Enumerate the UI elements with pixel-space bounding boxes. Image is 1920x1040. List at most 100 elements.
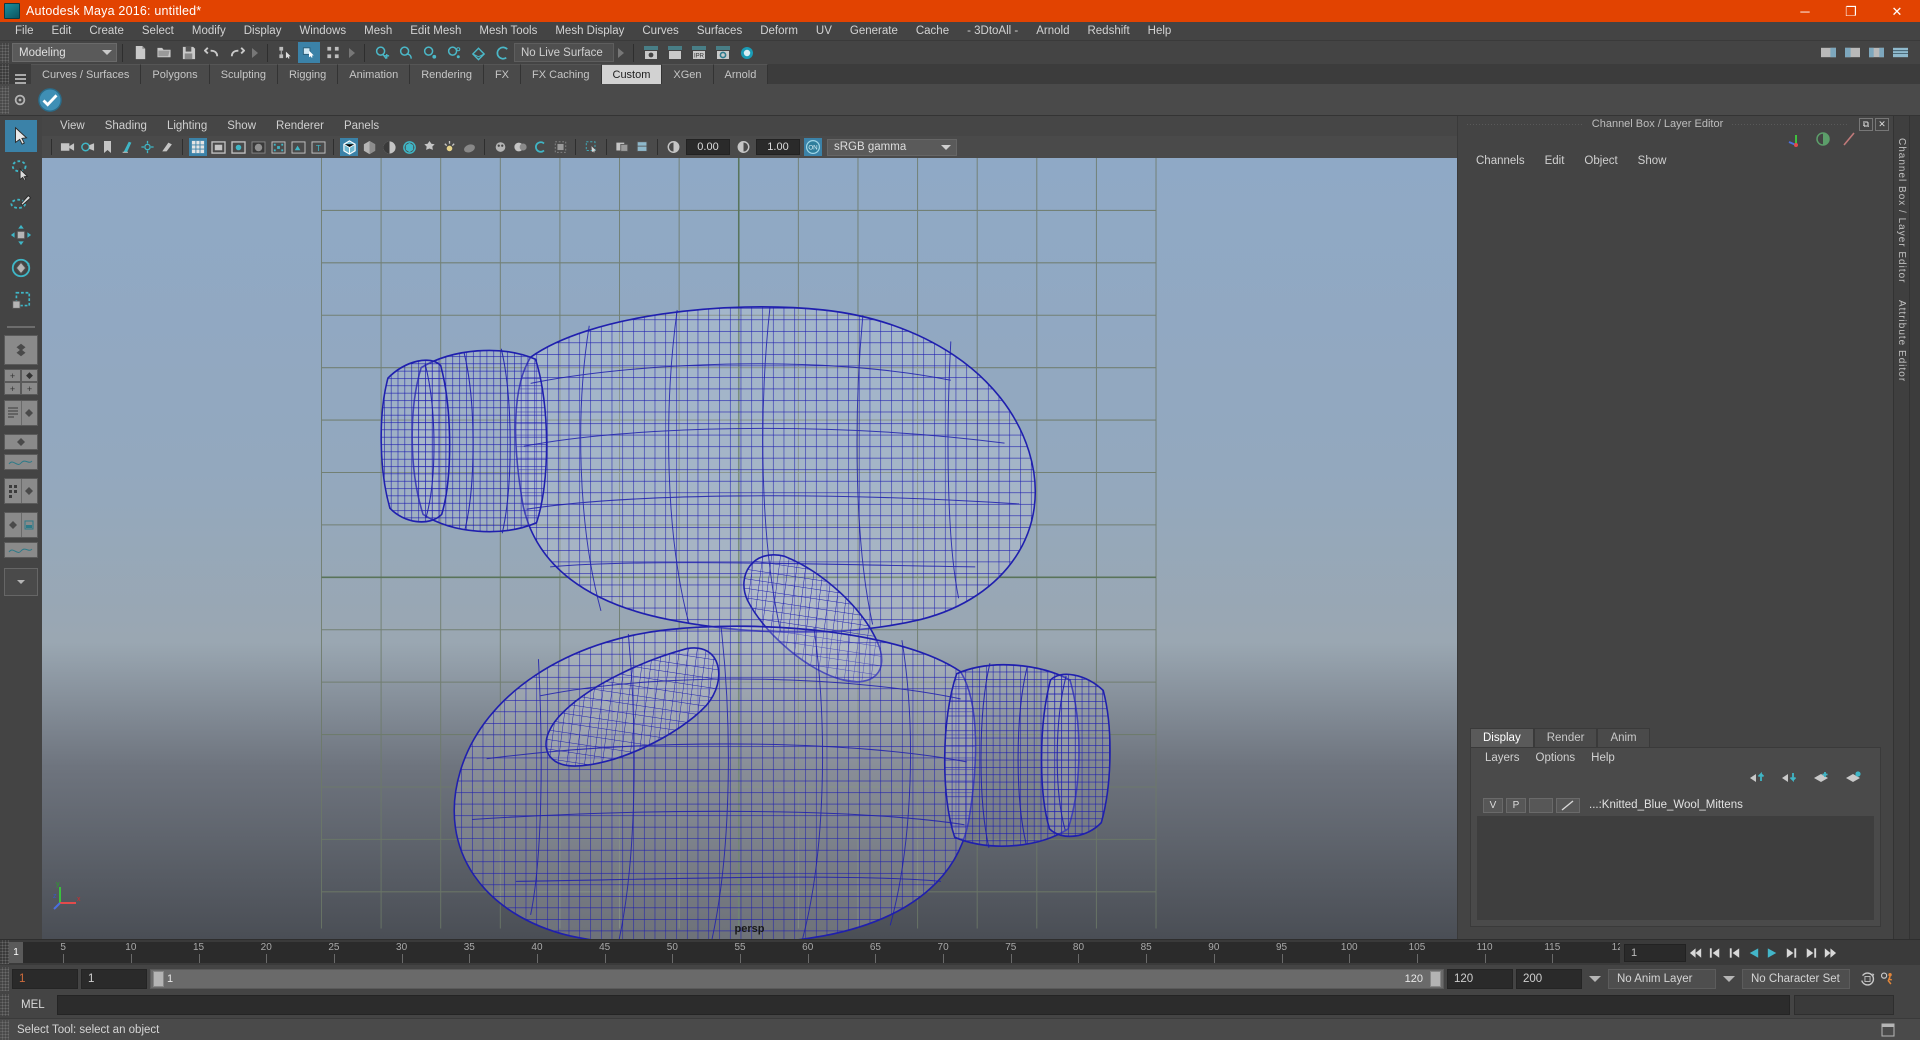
- new-layer-icon[interactable]: [1812, 770, 1830, 788]
- shelf-tab-fx-caching[interactable]: FX Caching: [521, 64, 602, 84]
- viewport-menu-renderer[interactable]: Renderer: [266, 120, 334, 132]
- animation-preferences-icon[interactable]: [1879, 969, 1896, 989]
- side-tab-channel-box-layer-editor[interactable]: Channel Box / Layer Editor: [1896, 130, 1907, 292]
- shelf-menu-icon[interactable]: [9, 74, 31, 84]
- gate-mask-icon[interactable]: [249, 138, 267, 156]
- four-view-layout[interactable]: + ◆ + +: [4, 369, 38, 395]
- close-button[interactable]: ✕: [1874, 0, 1920, 22]
- character-set-field[interactable]: No Character Set: [1742, 968, 1850, 989]
- menu-item-windows[interactable]: Windows: [290, 22, 355, 40]
- grid-display-icon[interactable]: [613, 138, 631, 156]
- smooth-shade-all-icon[interactable]: [380, 138, 398, 156]
- snap-to-grid-icon[interactable]: [371, 42, 393, 63]
- multisample-icon[interactable]: [531, 138, 549, 156]
- menu-item-edit[interactable]: Edit: [43, 22, 81, 40]
- shadows-icon[interactable]: [158, 138, 176, 156]
- layer-playback-toggle[interactable]: P: [1506, 797, 1526, 813]
- exposure-icon[interactable]: [664, 138, 682, 156]
- channel-box-menu-channels[interactable]: Channels: [1466, 155, 1535, 167]
- snap-to-view-plane-icon[interactable]: [467, 42, 489, 63]
- anim-layer-chevron-down-icon[interactable]: [1589, 975, 1601, 982]
- current-frame-field[interactable]: 1: [1624, 943, 1686, 962]
- range-slider-grip[interactable]: [0, 966, 9, 991]
- resolution-gate-icon[interactable]: [229, 138, 247, 156]
- new-scene-icon[interactable]: [129, 42, 151, 63]
- menu-item-curves[interactable]: Curves: [633, 22, 687, 40]
- play-backwards-icon[interactable]: [1745, 943, 1762, 963]
- range-start-field[interactable]: 1: [81, 968, 147, 989]
- panel-drag-dots-right[interactable]: [1731, 123, 1849, 125]
- layer-name[interactable]: ...:Knitted_Blue_Wool_Mittens: [1589, 799, 1743, 811]
- menu-item-display[interactable]: Display: [235, 22, 291, 40]
- step-back-key-icon[interactable]: [1707, 943, 1724, 963]
- select-tool[interactable]: [5, 120, 37, 152]
- color-transform-selector[interactable]: sRGB gamma: [827, 138, 957, 156]
- range-bar[interactable]: 1 120: [150, 968, 1444, 989]
- window-controls[interactable]: ─ ❐ ✕: [1782, 0, 1920, 22]
- layer-tab-anim[interactable]: Anim: [1597, 728, 1650, 747]
- time-cursor[interactable]: 1: [9, 942, 23, 963]
- auto-keyframe-icon[interactable]: [1859, 969, 1876, 989]
- expand-right-icon[interactable]: [349, 47, 355, 58]
- show-hide-editor-icon[interactable]: [640, 42, 662, 63]
- shelf-content-grip[interactable]: [0, 85, 9, 114]
- menu-item-3dtoall[interactable]: - 3DtoAll -: [958, 22, 1027, 40]
- side-tab-attribute-editor[interactable]: Attribute Editor: [1896, 292, 1907, 390]
- xray-joints-icon[interactable]: [269, 138, 287, 156]
- scale-tool[interactable]: [5, 285, 37, 317]
- shelf-tab-custom[interactable]: Custom: [601, 64, 663, 84]
- shelf-options-icon[interactable]: [9, 86, 31, 114]
- move-layer-down-icon[interactable]: [1780, 770, 1798, 788]
- close-icon[interactable]: ✕: [1875, 117, 1889, 131]
- shelf-tab-rendering[interactable]: Rendering: [410, 64, 484, 84]
- render-settings-icon[interactable]: [712, 42, 734, 63]
- camera-attributes-icon[interactable]: [78, 138, 96, 156]
- right-scrollbar[interactable]: [1909, 116, 1920, 939]
- shelf-tab-xgen[interactable]: XGen: [662, 64, 714, 84]
- menu-item-deform[interactable]: Deform: [751, 22, 807, 40]
- layer-visibility-toggle[interactable]: V: [1483, 797, 1503, 813]
- undock-icon[interactable]: ⧉: [1859, 117, 1873, 131]
- shelf-tab-arnold[interactable]: Arnold: [713, 64, 769, 84]
- range-end-handle[interactable]: [1430, 970, 1441, 987]
- two-sided-lighting-icon[interactable]: [138, 138, 156, 156]
- sidebar-toggle-tool-settings-icon[interactable]: [1841, 42, 1863, 63]
- paint-select-tool[interactable]: [5, 186, 37, 218]
- minimize-button[interactable]: ─: [1782, 0, 1828, 22]
- menu-item-arnold[interactable]: Arnold: [1027, 22, 1078, 40]
- menu-item-cache[interactable]: Cache: [907, 22, 958, 40]
- status-line-grip[interactable]: [0, 42, 9, 63]
- persp-graph-layout[interactable]: [4, 434, 38, 450]
- isolate-select-icon[interactable]: [582, 138, 600, 156]
- color-management-toggle-icon[interactable]: ON: [804, 138, 822, 156]
- time-slider-track[interactable]: 1 5 10 15 20 25 30 35 40 45 50 55 60 65 70 75 80 85 90 95 1…: [9, 942, 1620, 963]
- range-start-handle[interactable]: [153, 970, 164, 987]
- bookmark-icon[interactable]: [98, 138, 116, 156]
- slash-icon[interactable]: [1841, 131, 1857, 152]
- panel-drag-dots-left[interactable]: [1466, 123, 1584, 125]
- render-view-icon[interactable]: [664, 42, 686, 63]
- xray-icon[interactable]: [633, 138, 651, 156]
- depth-of-field-icon[interactable]: [551, 138, 569, 156]
- layer-type-toggle[interactable]: [1529, 797, 1553, 813]
- redo-icon[interactable]: [225, 42, 247, 63]
- hypershade-persp-layout[interactable]: [4, 478, 38, 504]
- hypershade-icon[interactable]: [736, 42, 758, 63]
- xray-active-components-icon[interactable]: [289, 138, 307, 156]
- go-to-start-icon[interactable]: [1688, 943, 1705, 963]
- exposure-field[interactable]: 0.00: [686, 139, 730, 155]
- shelf-tab-rigging[interactable]: Rigging: [277, 64, 339, 84]
- smooth-shade-icon[interactable]: [360, 138, 378, 156]
- range-end-field[interactable]: 120: [1447, 968, 1513, 989]
- single-perspective-layout[interactable]: [4, 335, 38, 365]
- character-set-chevron-down-icon[interactable]: [1723, 975, 1735, 982]
- menu-item-uv[interactable]: UV: [807, 22, 841, 40]
- motion-blur-icon[interactable]: [511, 138, 529, 156]
- menu-item-surfaces[interactable]: Surfaces: [688, 22, 751, 40]
- film-gate-icon[interactable]: [209, 138, 227, 156]
- lasso-select-tool[interactable]: [5, 153, 37, 185]
- go-to-end-icon[interactable]: [1821, 943, 1838, 963]
- hardware-texturing-icon[interactable]: [440, 138, 458, 156]
- channel-box-content[interactable]: [1458, 172, 1893, 727]
- persp-graph-editor-layout[interactable]: [4, 454, 38, 470]
